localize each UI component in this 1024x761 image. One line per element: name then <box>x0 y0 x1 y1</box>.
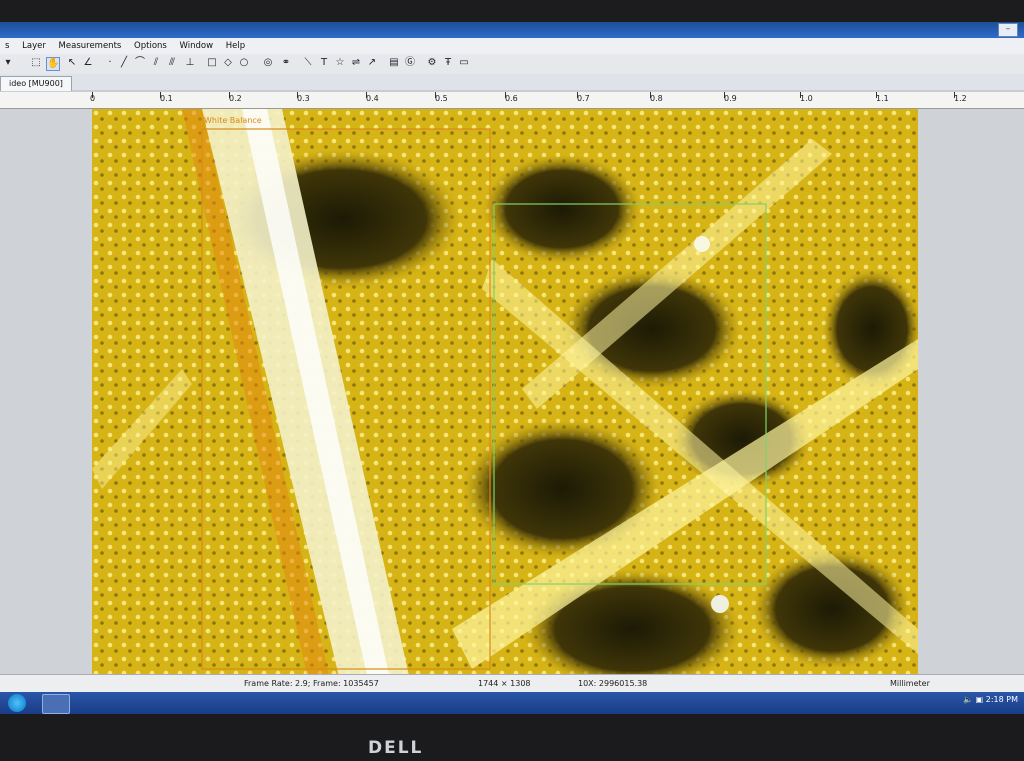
menu-item-layer[interactable]: Layer <box>17 38 51 51</box>
line-tool-icon[interactable]: ╱ <box>118 57 130 69</box>
ruler-label: 0.9 <box>724 94 737 103</box>
link-tool-icon[interactable]: ⚭ <box>280 57 292 69</box>
ruler-label: 0.1 <box>160 94 173 103</box>
ruler-label: 1.1 <box>876 94 889 103</box>
diamond-tool-icon[interactable]: ◇ <box>222 57 234 69</box>
ruler-label: 0.5 <box>435 94 448 103</box>
drawing-toolbar: ▾ ⬚ ✋ ↖ ∠ · ╱ ⌒ ⫽ ⫻ ⊥ □ ◇ ○ ◎ ⚭ ⟍ T ☆ ⇌ … <box>0 54 1024 75</box>
rectangle-tool-icon[interactable]: □ <box>206 57 218 69</box>
annotation-icon[interactable]: ⇌ <box>350 57 362 69</box>
menu-item-options[interactable]: Options <box>129 38 172 51</box>
minimize-button[interactable]: – <box>998 23 1018 37</box>
polyline-tool-icon[interactable]: ⌒ <box>134 57 146 69</box>
menu-item-help[interactable]: Help <box>221 38 250 51</box>
arc-tool-icon[interactable]: ⟍ <box>302 57 314 69</box>
concentric-circle-icon[interactable]: ◎ <box>262 57 274 69</box>
calibrate-icon[interactable]: Ⓖ <box>404 57 416 69</box>
status-bar: Frame Rate: 2.9; Frame: 1035457 1744 × 1… <box>0 674 1024 693</box>
document-tabbar: ideo [MU900] <box>0 74 1024 91</box>
multi-parallel-icon[interactable]: ⫻ <box>166 57 178 69</box>
monitor-bezel-top <box>0 0 1024 22</box>
zoom-readout: 10X: 2996015.38 <box>578 679 648 688</box>
specimen-image: White Balance <box>92 109 918 689</box>
arrow-tool-icon[interactable]: ↗ <box>366 57 378 69</box>
settings-icon[interactable]: ⚙ <box>426 57 438 69</box>
app-taskbar-icon[interactable] <box>42 694 70 714</box>
dropdown-icon[interactable]: ▾ <box>2 57 14 69</box>
screen: – s Layer Measurements Options Window He… <box>0 22 1024 714</box>
network-icon[interactable]: ▣ <box>976 695 984 704</box>
microscope-live-image[interactable]: White Balance <box>92 109 918 689</box>
menubar: s Layer Measurements Options Window Help <box>0 38 1024 54</box>
system-tray: 🔈 ▣ 2:18 PM <box>963 695 1018 704</box>
star-tool-icon[interactable]: ☆ <box>334 57 346 69</box>
angle-tool-icon[interactable]: ∠ <box>82 57 94 69</box>
parallel-lines-icon[interactable]: ⫽ <box>150 57 162 69</box>
unit-readout: Millimeter <box>890 679 930 688</box>
ruler-label: 0 <box>90 94 96 103</box>
menu-item-prev[interactable]: s <box>0 38 14 51</box>
perpendicular-icon[interactable]: ⊥ <box>184 57 196 69</box>
text-tool-icon[interactable]: T <box>318 57 330 69</box>
ruler-label: 0.8 <box>650 94 663 103</box>
window-titlebar: – <box>0 22 1024 38</box>
chart-icon[interactable]: ▤ <box>388 57 400 69</box>
align-icon[interactable]: Ŧ <box>442 57 454 69</box>
clock[interactable]: 2:18 PM <box>986 695 1018 704</box>
point-tool-icon[interactable]: · <box>104 57 116 69</box>
page-icon[interactable]: ▭ <box>458 57 470 69</box>
white-balance-label: White Balance <box>204 116 262 125</box>
ruler-label: 0.6 <box>505 94 518 103</box>
select-rect-icon[interactable]: ⬚ <box>30 57 42 69</box>
ruler-label: 0.4 <box>366 94 379 103</box>
hand-tool-icon[interactable]: ✋ <box>46 57 60 71</box>
document-tab[interactable]: ideo [MU900] <box>0 76 72 91</box>
ruler-label: 1.0 <box>800 94 813 103</box>
monitor-bezel-bottom <box>0 714 1024 761</box>
resolution-readout: 1744 × 1308 <box>478 679 531 688</box>
volume-icon[interactable]: 🔈 <box>963 695 973 704</box>
horizontal-ruler: 0 0.1 0.2 0.3 0.4 0.5 0.6 0.7 0.8 0.9 1.… <box>0 92 1024 109</box>
pointer-icon[interactable]: ↖ <box>66 57 78 69</box>
menu-item-window[interactable]: Window <box>175 38 219 51</box>
menu-item-measurements[interactable]: Measurements <box>54 38 127 51</box>
ruler-label: 0.7 <box>577 94 590 103</box>
taskbar: 🔈 ▣ 2:18 PM <box>0 692 1024 714</box>
ruler-label: 1.2 <box>954 94 967 103</box>
dell-logo: DELL <box>368 738 424 758</box>
start-button[interactable] <box>8 694 26 712</box>
circle-tool-icon[interactable]: ○ <box>238 57 250 69</box>
ruler-label: 0.2 <box>229 94 242 103</box>
ruler-label: 0.3 <box>297 94 310 103</box>
frame-rate-readout: Frame Rate: 2.9; Frame: 1035457 <box>244 679 379 688</box>
